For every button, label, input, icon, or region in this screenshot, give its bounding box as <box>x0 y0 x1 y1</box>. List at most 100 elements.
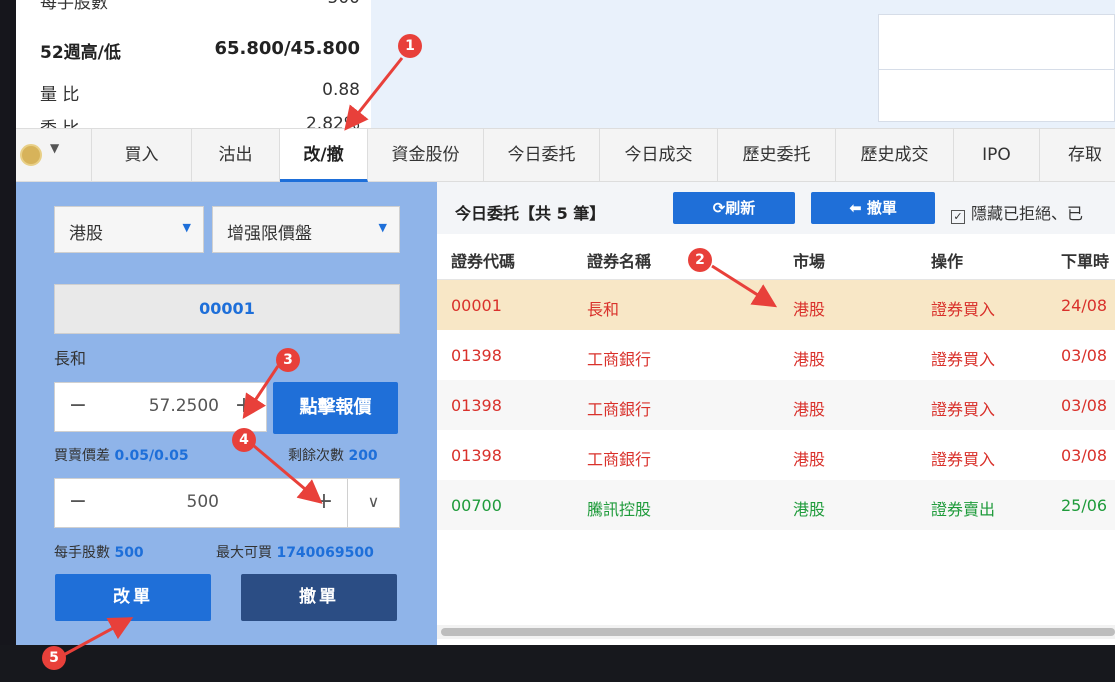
col-header-time[interactable]: 下單時 <box>1061 248 1109 272</box>
week52-row: 52週高/低 65.800/45.800 <box>40 38 360 68</box>
remaining-value: 200 <box>348 448 378 464</box>
tab-history-trades[interactable]: 歷史成交 <box>836 129 954 182</box>
lot-size-value: 500 <box>114 545 144 561</box>
window-edge <box>0 0 16 682</box>
caret-down-icon: ▼ <box>182 221 191 234</box>
tab-funds-positions[interactable]: 資金股份 <box>368 129 484 182</box>
chart-area <box>371 0 875 128</box>
quantity-input[interactable]: 500 <box>101 492 219 512</box>
quantity-increment-button[interactable]: + <box>301 479 347 527</box>
annotation-marker-5: 5 <box>42 646 66 670</box>
tab-today-orders[interactable]: 今日委托 <box>484 129 600 182</box>
cell-name: 長和 <box>587 300 620 319</box>
status-bar <box>0 645 1115 682</box>
order-type-select[interactable]: 增强限價盤 ▼ <box>212 206 400 253</box>
col-header-market[interactable]: 市場 <box>793 248 825 272</box>
refresh-label: 刷新 <box>725 199 756 217</box>
annotation-marker-1: 1 <box>398 34 422 58</box>
cell-code: 01398 <box>451 396 502 415</box>
chevron-down-icon[interactable]: ∨ <box>347 479 399 527</box>
tab-buy[interactable]: 買入 <box>92 129 192 182</box>
orders-title: 今日委托【共 5 筆】 <box>455 204 606 223</box>
order-form-panel: 港股 ▼ 增强限價盤 ▼ 00001 長和 − 57.2500 + 點擊報價 買… <box>16 182 437 645</box>
cell-time: 03/08 <box>1061 446 1108 465</box>
volume-ratio-label: 量 比 <box>40 85 80 105</box>
cell-action: 證券賣出 <box>931 500 996 519</box>
checkbox-checked-icon[interactable]: ✓ <box>951 210 965 224</box>
cancel-order-button[interactable]: 撤單 <box>241 574 397 621</box>
back-arrow-icon: ⬅ <box>849 199 867 217</box>
tab-history-orders[interactable]: 歷史委托 <box>718 129 836 182</box>
hide-rejected-checkbox[interactable]: ✓ 隱藏已拒絕、已 <box>951 200 1083 224</box>
table-row[interactable]: 01398 工商銀行 港股 證券買入 03/08 <box>437 380 1115 430</box>
cell-time: 03/08 <box>1061 396 1108 415</box>
quantity-decrement-button[interactable]: − <box>55 479 101 527</box>
stock-name: 長和 <box>54 349 87 368</box>
caret-down-icon[interactable]: ▼ <box>50 141 59 155</box>
orderbook-divider <box>879 69 1115 70</box>
annotation-marker-3: 3 <box>276 348 300 372</box>
spread-info: 買賣價差 0.05/0.05 <box>54 445 189 465</box>
price-decrement-button[interactable]: − <box>55 383 101 431</box>
order-type-select-value: 增强限價盤 <box>227 224 312 244</box>
cell-market: 港股 <box>793 400 826 419</box>
cell-code: 01398 <box>451 446 502 465</box>
tab-modify-cancel[interactable]: 改/撤 <box>280 129 368 182</box>
price-increment-button[interactable]: + <box>221 383 267 431</box>
cell-name: 騰訊控股 <box>587 500 652 519</box>
account-switcher[interactable]: ▼ <box>16 129 92 182</box>
quote-info-panel: 每手股數 500 52週高/低 65.800/45.800 量 比 0.88 委… <box>16 0 371 128</box>
cell-time: 24/08 <box>1061 296 1108 315</box>
table-row[interactable]: 00001 長和 港股 證券買入 24/08 <box>437 280 1115 330</box>
tab-deposit-withdraw[interactable]: 存取 <box>1040 129 1115 182</box>
cell-action: 證券買入 <box>931 350 996 369</box>
cell-action: 證券買入 <box>931 450 996 469</box>
horizontal-scrollbar[interactable] <box>437 625 1115 639</box>
lot-size-label: 每手股數 <box>40 0 108 13</box>
market-select-value: 港股 <box>69 224 103 244</box>
col-header-name[interactable]: 證券名稱 <box>587 248 651 272</box>
lot-info: 每手股數 500 <box>54 542 144 562</box>
table-row[interactable]: 01398 工商銀行 港股 證券買入 03/08 <box>437 330 1115 380</box>
price-stepper[interactable]: − 57.2500 + <box>54 382 267 432</box>
cell-market: 港股 <box>793 500 826 519</box>
quantity-stepper[interactable]: − 500 + ∨ <box>54 478 400 528</box>
orders-table-header: 證券代碼 證券名稱 市場 操作 下單時 <box>437 234 1115 280</box>
tab-today-trades[interactable]: 今日成交 <box>600 129 718 182</box>
col-header-action[interactable]: 操作 <box>931 248 963 272</box>
avatar[interactable] <box>20 144 42 166</box>
order-ratio-row: 委 比 2.82% <box>40 114 360 128</box>
withdraw-button[interactable]: ⬅ 撤單 <box>811 192 935 224</box>
orders-toolbar: 今日委托【共 5 筆】 ⟳刷新 ⬅ 撤單 ✓ 隱藏已拒絕、已 <box>437 182 1115 234</box>
tab-sell[interactable]: 沽出 <box>192 129 280 182</box>
price-input[interactable]: 57.2500 <box>101 396 219 416</box>
get-quote-button[interactable]: 點擊報價 <box>273 382 398 434</box>
order-ratio-label: 委 比 <box>40 114 79 128</box>
volume-ratio-value: 0.88 <box>322 80 360 100</box>
cell-code: 00700 <box>451 496 502 515</box>
spread-value: 0.05/0.05 <box>114 448 189 464</box>
cell-code: 00001 <box>451 296 502 315</box>
col-header-code[interactable]: 證券代碼 <box>451 248 515 272</box>
week52-value: 65.800/45.800 <box>214 38 361 59</box>
cell-code: 01398 <box>451 346 502 365</box>
remaining-info: 剩餘次數 200 <box>288 445 378 465</box>
refresh-button[interactable]: ⟳刷新 <box>673 192 795 224</box>
max-buy-value: 1740069500 <box>276 545 374 561</box>
withdraw-label: 撤單 <box>866 199 897 217</box>
trade-tab-bar: ▼ 買入 沽出 改/撤 資金股份 今日委托 今日成交 歷史委托 歷史成交 IPO… <box>16 128 1115 182</box>
lot-size-row: 每手股數 500 <box>40 0 360 18</box>
table-row[interactable]: 00700 騰訊控股 港股 證券賣出 25/06 <box>437 480 1115 530</box>
cell-market: 港股 <box>793 350 826 369</box>
cell-market: 港股 <box>793 300 826 319</box>
orderbook-area <box>875 0 1115 128</box>
stock-code-input[interactable]: 00001 <box>54 284 400 334</box>
market-select[interactable]: 港股 ▼ <box>54 206 204 253</box>
tab-ipo[interactable]: IPO <box>954 129 1040 182</box>
modify-order-button[interactable]: 改單 <box>55 574 211 621</box>
table-row[interactable]: 01398 工商銀行 港股 證券買入 03/08 <box>437 430 1115 480</box>
caret-down-icon: ▼ <box>378 221 387 234</box>
cell-action: 證券買入 <box>931 300 996 319</box>
scrollbar-thumb[interactable] <box>441 628 1115 636</box>
cell-market: 港股 <box>793 450 826 469</box>
